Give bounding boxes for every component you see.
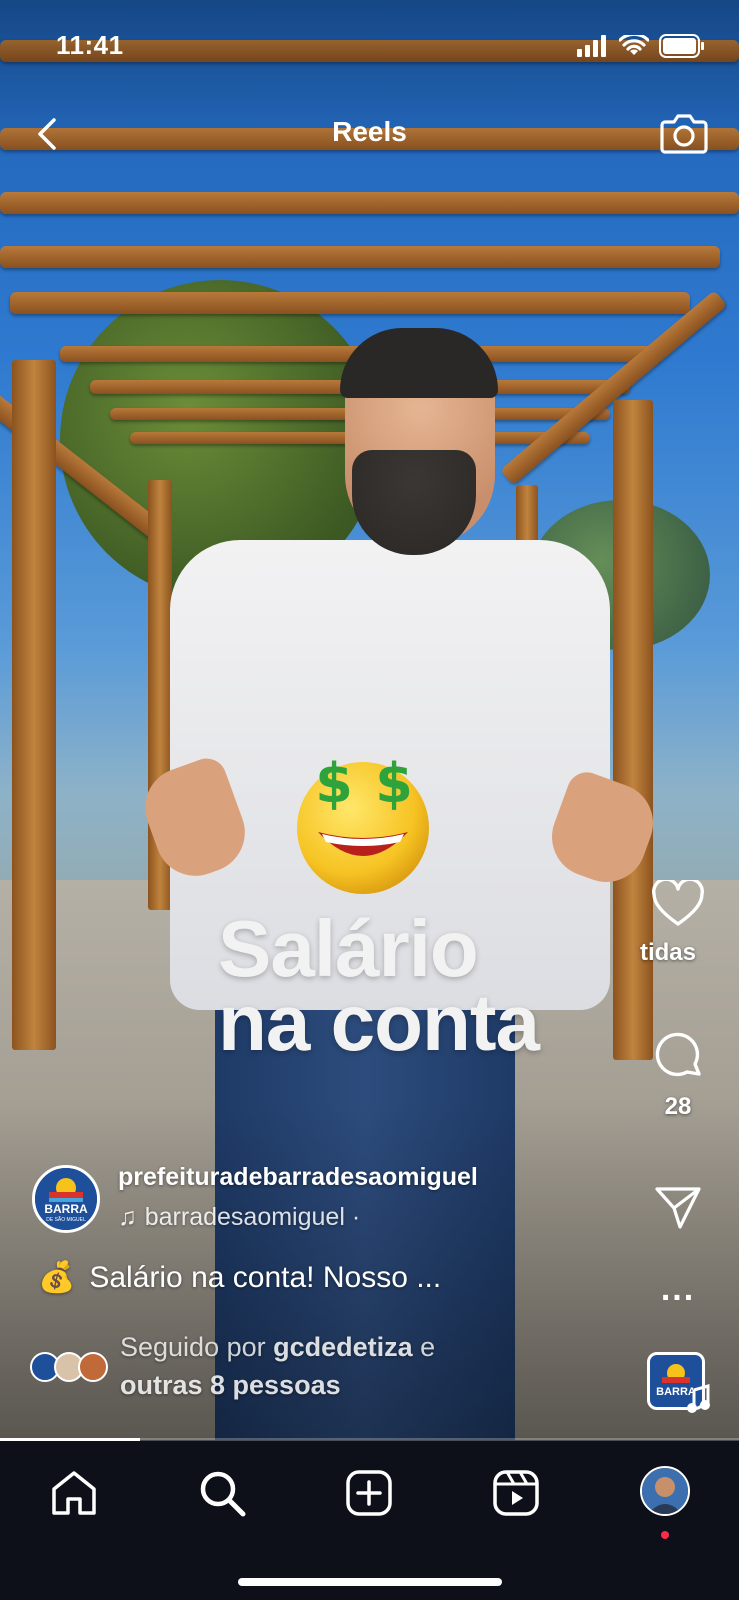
notification-dot bbox=[661, 1531, 669, 1539]
signal-icon bbox=[577, 35, 606, 57]
barra-logo-icon: BARRA DE SÃO MIGUEL bbox=[35, 1168, 97, 1230]
person-hair bbox=[340, 328, 498, 398]
status-bar: 11:41 bbox=[0, 26, 739, 66]
music-note-icon: ♫ bbox=[118, 1203, 137, 1231]
pergola-beam bbox=[10, 292, 690, 314]
reels-icon[interactable] bbox=[490, 1467, 542, 1519]
like-label: tidas bbox=[639, 939, 696, 966]
svg-text:BARRA: BARRA bbox=[44, 1202, 88, 1216]
status-icons bbox=[577, 34, 705, 58]
follower-avatars bbox=[30, 1352, 108, 1382]
svg-text:$: $ bbox=[315, 752, 353, 815]
money-bag-icon: 💰 bbox=[38, 1261, 76, 1294]
comment-count: 28 bbox=[664, 1093, 692, 1120]
more-options-button[interactable]: ... bbox=[633, 1270, 723, 1309]
send-icon[interactable] bbox=[653, 1185, 703, 1231]
person-photo-icon bbox=[642, 1468, 688, 1514]
wifi-icon bbox=[619, 35, 649, 55]
overlay-line-2: na conta bbox=[218, 978, 540, 1067]
followed-rest[interactable]: outras 8 pessoas bbox=[120, 1370, 341, 1400]
overlay-line-1: Salário bbox=[218, 904, 479, 993]
reels-header: Reels bbox=[0, 110, 739, 160]
page-title: Reels bbox=[332, 116, 407, 147]
followed-by-text: Seguido por gcdedetiza e outras 8 pessoa… bbox=[120, 1328, 435, 1404]
author-avatar[interactable]: BARRA DE SÃO MIGUEL bbox=[32, 1165, 100, 1233]
like-action[interactable]: tidas bbox=[633, 877, 723, 967]
battery-icon bbox=[659, 34, 704, 58]
pergola-post bbox=[12, 360, 56, 1050]
money-mouth-face-icon: $ $ bbox=[297, 752, 429, 894]
audio-track[interactable]: ♫ barradesaomiguel · bbox=[118, 1203, 360, 1232]
music-note-icon bbox=[687, 1384, 710, 1413]
profile-avatar[interactable] bbox=[640, 1466, 690, 1516]
heart-icon[interactable] bbox=[651, 877, 705, 928]
pergola-beam bbox=[0, 246, 720, 268]
comment-action[interactable]: 28 bbox=[633, 1030, 723, 1121]
audio-track-label: barradesaomiguel · bbox=[144, 1203, 361, 1231]
avatar bbox=[78, 1352, 108, 1382]
bottom-tab-bar bbox=[0, 1441, 739, 1600]
followed-prefix: Seguido por bbox=[120, 1332, 274, 1362]
pergola-beam bbox=[0, 192, 739, 214]
share-action[interactable] bbox=[633, 1185, 723, 1236]
reel-video[interactable]: $ $ Salário na conta bbox=[0, 0, 739, 1440]
svg-text:$: $ bbox=[375, 752, 413, 815]
create-post-icon[interactable] bbox=[343, 1467, 395, 1519]
overlay-title: Salário na conta bbox=[218, 904, 540, 1067]
home-indicator bbox=[238, 1578, 502, 1586]
followed-mid: e bbox=[412, 1332, 436, 1362]
caption-text: Salário na conta! Nosso ... bbox=[89, 1261, 442, 1294]
followed-user[interactable]: gcdedetiza bbox=[273, 1332, 413, 1362]
camera-icon[interactable] bbox=[659, 110, 709, 156]
search-icon[interactable] bbox=[196, 1467, 248, 1519]
home-icon[interactable] bbox=[48, 1467, 100, 1519]
post-caption[interactable]: 💰 Salário na conta! Nosso ... bbox=[38, 1260, 441, 1295]
comment-icon[interactable] bbox=[653, 1030, 703, 1080]
svg-text:DE SÃO MIGUEL: DE SÃO MIGUEL bbox=[46, 1216, 86, 1223]
status-time: 11:41 bbox=[56, 30, 124, 60]
author-username[interactable]: prefeituradebarradesaomiguel bbox=[118, 1163, 478, 1192]
